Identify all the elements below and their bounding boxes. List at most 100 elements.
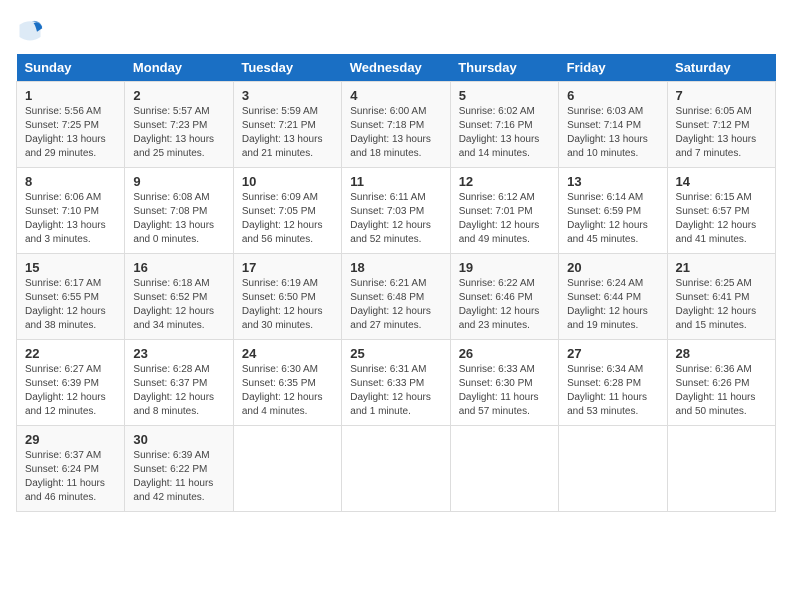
day-number: 1 — [25, 88, 116, 103]
calendar-cell: 30Sunrise: 6:39 AM Sunset: 6:22 PM Dayli… — [125, 426, 233, 512]
day-content: Sunrise: 6:18 AM Sunset: 6:52 PM Dayligh… — [133, 277, 224, 333]
calendar-week-2: 8 Sunrise: 6:06 AM Sunset: 7:10 PM Daylig… — [17, 168, 776, 254]
day-content: Sunrise: 6:17 AM Sunset: 6:55 PM Dayligh… — [25, 277, 116, 333]
calendar-cell: 20 Sunrise: 6:24 AM Sunset: 6:44 PM Dayli… — [559, 254, 667, 340]
calendar-cell: 27 Sunrise: 6:34 AM Sunset: 6:28 PM Dayli… — [559, 340, 667, 426]
calendar-week-5: 29 Sunrise: 6:37 AM Sunset: 6:24 PM Dayli… — [17, 426, 776, 512]
day-content: Sunrise: 6:19 AM Sunset: 6:50 PM Dayligh… — [242, 277, 333, 333]
day-number: 24 — [242, 346, 333, 361]
day-content: Sunrise: 6:15 AM Sunset: 6:57 PM Dayligh… — [676, 191, 767, 247]
calendar-week-1: 1 Sunrise: 5:56 AM Sunset: 7:25 PM Daylig… — [17, 82, 776, 168]
day-content: Sunrise: 6:22 AM Sunset: 6:46 PM Dayligh… — [459, 277, 550, 333]
calendar-cell: 19 Sunrise: 6:22 AM Sunset: 6:46 PM Dayli… — [450, 254, 558, 340]
calendar-cell: 4 Sunrise: 6:00 AM Sunset: 7:18 PM Daylig… — [342, 82, 450, 168]
day-header-monday: Monday — [125, 54, 233, 82]
day-number: 12 — [459, 174, 550, 189]
calendar-week-3: 15 Sunrise: 6:17 AM Sunset: 6:55 PM Dayli… — [17, 254, 776, 340]
calendar-cell: 8 Sunrise: 6:06 AM Sunset: 7:10 PM Daylig… — [17, 168, 125, 254]
day-number: 15 — [25, 260, 116, 275]
day-number: 18 — [350, 260, 441, 275]
calendar-cell: 11Sunrise: 6:11 AM Sunset: 7:03 PM Dayli… — [342, 168, 450, 254]
day-content: Sunrise: 6:28 AM Sunset: 6:37 PM Dayligh… — [133, 363, 224, 419]
calendar-cell: 1 Sunrise: 5:56 AM Sunset: 7:25 PM Daylig… — [17, 82, 125, 168]
calendar-cell — [233, 426, 341, 512]
calendar-table: SundayMondayTuesdayWednesdayThursdayFrid… — [16, 54, 776, 512]
calendar-cell — [667, 426, 775, 512]
calendar-cell: 21 Sunrise: 6:25 AM Sunset: 6:41 PM Dayli… — [667, 254, 775, 340]
day-number: 11 — [350, 174, 441, 189]
day-content: Sunrise: 5:59 AM Sunset: 7:21 PM Dayligh… — [242, 105, 333, 161]
calendar-cell — [559, 426, 667, 512]
calendar-cell: 23Sunrise: 6:28 AM Sunset: 6:37 PM Dayli… — [125, 340, 233, 426]
day-header-friday: Friday — [559, 54, 667, 82]
calendar-cell: 14Sunrise: 6:15 AM Sunset: 6:57 PM Dayli… — [667, 168, 775, 254]
calendar-cell: 6 Sunrise: 6:03 AM Sunset: 7:14 PM Daylig… — [559, 82, 667, 168]
calendar-header: SundayMondayTuesdayWednesdayThursdayFrid… — [17, 54, 776, 82]
calendar-cell: 12Sunrise: 6:12 AM Sunset: 7:01 PM Dayli… — [450, 168, 558, 254]
day-content: Sunrise: 6:08 AM Sunset: 7:08 PM Dayligh… — [133, 191, 224, 247]
day-header-sunday: Sunday — [17, 54, 125, 82]
day-number: 17 — [242, 260, 333, 275]
day-content: Sunrise: 6:03 AM Sunset: 7:14 PM Dayligh… — [567, 105, 658, 161]
calendar-cell: 22 Sunrise: 6:27 AM Sunset: 6:39 PM Dayli… — [17, 340, 125, 426]
day-content: Sunrise: 6:14 AM Sunset: 6:59 PM Dayligh… — [567, 191, 658, 247]
day-number: 19 — [459, 260, 550, 275]
day-number: 13 — [567, 174, 658, 189]
calendar-cell: 16Sunrise: 6:18 AM Sunset: 6:52 PM Dayli… — [125, 254, 233, 340]
page-header — [16, 16, 776, 44]
day-content: Sunrise: 6:24 AM Sunset: 6:44 PM Dayligh… — [567, 277, 658, 333]
calendar-cell: 5Sunrise: 6:02 AM Sunset: 7:16 PM Daylig… — [450, 82, 558, 168]
calendar-cell: 17 Sunrise: 6:19 AM Sunset: 6:50 PM Dayli… — [233, 254, 341, 340]
day-number: 8 — [25, 174, 116, 189]
calendar-cell: 2 Sunrise: 5:57 AM Sunset: 7:23 PM Daylig… — [125, 82, 233, 168]
day-header-thursday: Thursday — [450, 54, 558, 82]
day-number: 4 — [350, 88, 441, 103]
day-number: 21 — [676, 260, 767, 275]
day-content: Sunrise: 6:37 AM Sunset: 6:24 PM Dayligh… — [25, 449, 116, 505]
day-content: Sunrise: 6:00 AM Sunset: 7:18 PM Dayligh… — [350, 105, 441, 161]
day-content: Sunrise: 6:27 AM Sunset: 6:39 PM Dayligh… — [25, 363, 116, 419]
day-header-wednesday: Wednesday — [342, 54, 450, 82]
day-number: 6 — [567, 88, 658, 103]
calendar-cell: 18 Sunrise: 6:21 AM Sunset: 6:48 PM Dayli… — [342, 254, 450, 340]
day-number: 29 — [25, 432, 116, 447]
calendar-cell: 9 Sunrise: 6:08 AM Sunset: 7:08 PM Daylig… — [125, 168, 233, 254]
day-number: 9 — [133, 174, 224, 189]
day-content: Sunrise: 6:09 AM Sunset: 7:05 PM Dayligh… — [242, 191, 333, 247]
day-content: Sunrise: 5:57 AM Sunset: 7:23 PM Dayligh… — [133, 105, 224, 161]
day-number: 7 — [676, 88, 767, 103]
calendar-cell: 15 Sunrise: 6:17 AM Sunset: 6:55 PM Dayli… — [17, 254, 125, 340]
day-content: Sunrise: 6:39 AM Sunset: 6:22 PM Dayligh… — [133, 449, 224, 505]
day-content: Sunrise: 6:33 AM Sunset: 6:30 PM Dayligh… — [459, 363, 550, 419]
day-number: 22 — [25, 346, 116, 361]
calendar-cell: 13 Sunrise: 6:14 AM Sunset: 6:59 PM Dayli… — [559, 168, 667, 254]
logo-icon — [16, 16, 44, 44]
calendar-cell: 25 Sunrise: 6:31 AM Sunset: 6:33 PM Dayli… — [342, 340, 450, 426]
calendar-cell: 10 Sunrise: 6:09 AM Sunset: 7:05 PM Dayli… — [233, 168, 341, 254]
day-number: 27 — [567, 346, 658, 361]
day-content: Sunrise: 6:31 AM Sunset: 6:33 PM Dayligh… — [350, 363, 441, 419]
day-content: Sunrise: 6:30 AM Sunset: 6:35 PM Dayligh… — [242, 363, 333, 419]
day-number: 2 — [133, 88, 224, 103]
day-content: Sunrise: 6:02 AM Sunset: 7:16 PM Dayligh… — [459, 105, 550, 161]
calendar-cell: 3Sunrise: 5:59 AM Sunset: 7:21 PM Daylig… — [233, 82, 341, 168]
calendar-cell — [450, 426, 558, 512]
calendar-cell: 26 Sunrise: 6:33 AM Sunset: 6:30 PM Dayli… — [450, 340, 558, 426]
day-number: 25 — [350, 346, 441, 361]
calendar-week-4: 22 Sunrise: 6:27 AM Sunset: 6:39 PM Dayli… — [17, 340, 776, 426]
calendar-cell: 7 Sunrise: 6:05 AM Sunset: 7:12 PM Daylig… — [667, 82, 775, 168]
day-header-saturday: Saturday — [667, 54, 775, 82]
day-content: Sunrise: 6:25 AM Sunset: 6:41 PM Dayligh… — [676, 277, 767, 333]
calendar-body: 1 Sunrise: 5:56 AM Sunset: 7:25 PM Daylig… — [17, 82, 776, 512]
day-number: 20 — [567, 260, 658, 275]
day-content: Sunrise: 6:06 AM Sunset: 7:10 PM Dayligh… — [25, 191, 116, 247]
calendar-cell: 24 Sunrise: 6:30 AM Sunset: 6:35 PM Dayli… — [233, 340, 341, 426]
day-number: 26 — [459, 346, 550, 361]
day-content: Sunrise: 6:34 AM Sunset: 6:28 PM Dayligh… — [567, 363, 658, 419]
day-header-tuesday: Tuesday — [233, 54, 341, 82]
day-content: Sunrise: 6:21 AM Sunset: 6:48 PM Dayligh… — [350, 277, 441, 333]
day-content: Sunrise: 6:36 AM Sunset: 6:26 PM Dayligh… — [676, 363, 767, 419]
day-content: Sunrise: 5:56 AM Sunset: 7:25 PM Dayligh… — [25, 105, 116, 161]
day-content: Sunrise: 6:05 AM Sunset: 7:12 PM Dayligh… — [676, 105, 767, 161]
day-number: 10 — [242, 174, 333, 189]
